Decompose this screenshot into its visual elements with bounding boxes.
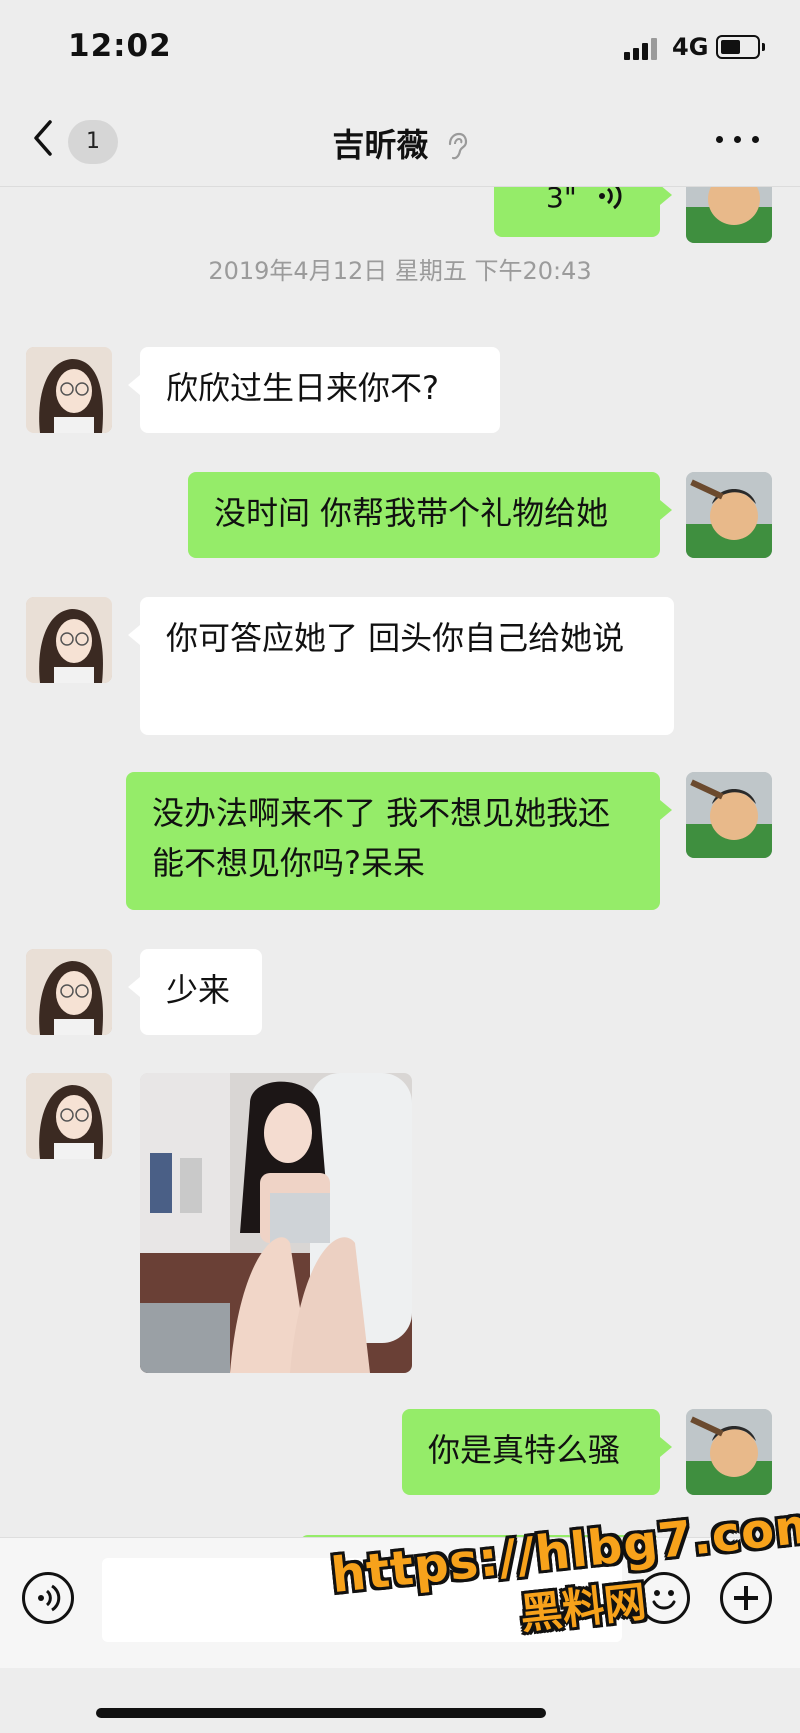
cartoon-avatar-icon bbox=[686, 772, 772, 858]
more-dot-icon bbox=[716, 136, 723, 143]
more-options-button[interactable] bbox=[716, 130, 760, 150]
network-type: 4G bbox=[672, 33, 709, 61]
battery-icon bbox=[716, 35, 765, 59]
more-dot-icon bbox=[752, 136, 759, 143]
cartoon-avatar-icon bbox=[686, 1409, 772, 1495]
contact-avatar[interactable] bbox=[26, 1073, 112, 1159]
chat-title-wrap: 吉昕薇 bbox=[0, 120, 800, 166]
chat-header: 1 吉昕薇 bbox=[0, 96, 800, 187]
voice-duration: 3" bbox=[546, 187, 577, 214]
my-avatar[interactable] bbox=[686, 772, 772, 858]
outgoing-message[interactable]: 没时间 你帮我带个礼物给她 bbox=[188, 472, 672, 558]
status-bar: 12:02 4G bbox=[0, 0, 800, 96]
contact-avatar[interactable] bbox=[26, 347, 112, 433]
contact-photo-icon bbox=[26, 597, 112, 683]
my-avatar[interactable] bbox=[686, 187, 772, 243]
outgoing-message[interactable]: 你是真特么骚 bbox=[402, 1409, 672, 1495]
message-list[interactable]: 3" 2019年4月12日 星期五 下午20:43 欣欣过生日来你不? 没时间 … bbox=[0, 187, 800, 1537]
ear-icon bbox=[448, 132, 467, 160]
contact-photo-icon bbox=[26, 1073, 112, 1159]
voice-wave-icon bbox=[599, 187, 622, 210]
contact-avatar[interactable] bbox=[26, 949, 112, 1035]
voice-message-bubble[interactable]: 3" bbox=[494, 187, 672, 237]
chat-title: 吉昕薇 bbox=[332, 126, 429, 164]
status-time: 12:02 bbox=[68, 28, 172, 64]
voice-mode-button[interactable] bbox=[22, 1572, 74, 1624]
cartoon-avatar-icon bbox=[686, 472, 772, 558]
home-indicator bbox=[96, 1708, 546, 1718]
contact-photo-icon bbox=[26, 347, 112, 433]
my-avatar[interactable] bbox=[686, 472, 772, 558]
cartoon-avatar-icon bbox=[686, 187, 772, 243]
more-dot-icon bbox=[734, 136, 741, 143]
my-avatar[interactable] bbox=[686, 1409, 772, 1495]
image-message[interactable] bbox=[140, 1073, 412, 1373]
signal-icon bbox=[624, 36, 664, 60]
outgoing-message[interactable]: 没办法啊来不了 我不想见她我还能不想见你吗?呆呆 bbox=[126, 772, 672, 910]
voice-mode-icon bbox=[38, 1584, 61, 1612]
photo-thumbnail bbox=[140, 1073, 412, 1373]
contact-avatar[interactable] bbox=[26, 597, 112, 683]
incoming-message[interactable]: 你可答应她了 回头你自己给她说 bbox=[128, 597, 674, 735]
incoming-message[interactable]: 欣欣过生日来你不? bbox=[128, 347, 500, 433]
message-timestamp: 2019年4月12日 星期五 下午20:43 bbox=[208, 257, 592, 285]
incoming-message[interactable]: 少来 bbox=[128, 949, 262, 1035]
contact-photo-icon bbox=[26, 949, 112, 1035]
